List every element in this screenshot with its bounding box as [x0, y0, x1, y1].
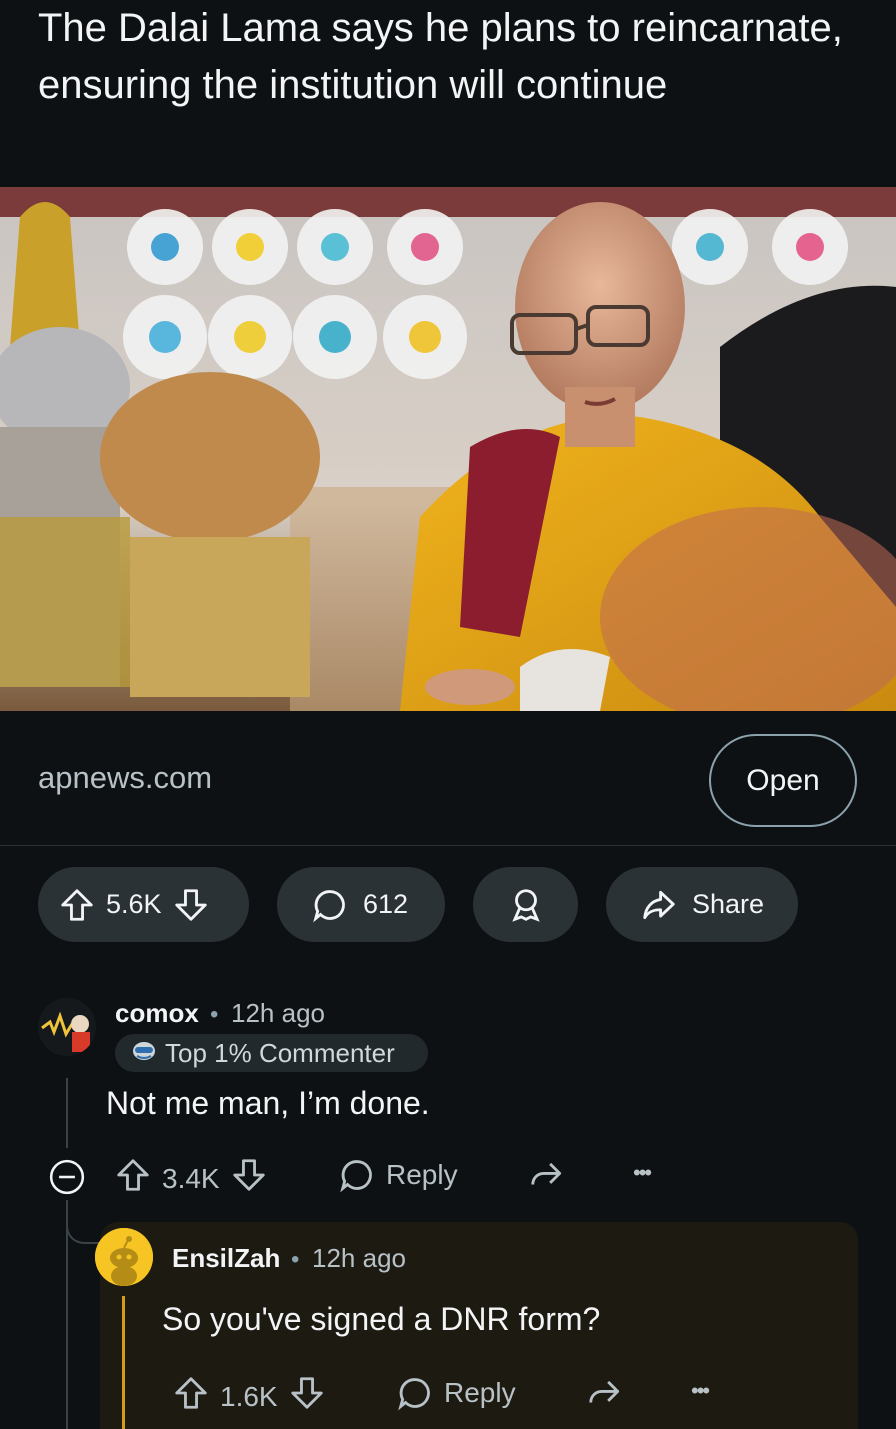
more-icon: ••• — [633, 1160, 652, 1185]
thread-connector — [66, 1200, 100, 1244]
link-domain[interactable]: apnews.com — [38, 760, 212, 796]
thread-line — [66, 1078, 68, 1148]
ensilzah-avatar[interactable] — [95, 1228, 153, 1286]
comment-score: 3.4K — [162, 1162, 220, 1194]
comment-count: 612 — [363, 889, 409, 919]
post-title: The Dalai Lama says he plans to reincarn… — [38, 6, 843, 107]
downvote-icon[interactable] — [230, 1156, 268, 1201]
reply-button[interactable]: Reply — [338, 1156, 458, 1194]
post-score: 5.6K — [106, 889, 162, 919]
reply-label: Reply — [386, 1159, 458, 1190]
share-arrow-icon — [640, 886, 678, 924]
comox-avatar[interactable] — [38, 998, 96, 1056]
dalai-lama-photo — [0, 187, 896, 711]
badge-label: Top 1% Commenter — [165, 1037, 395, 1068]
downvote-icon[interactable] — [172, 886, 210, 924]
top-commenter-icon — [131, 1038, 157, 1069]
post-vote-pill: 5.6K — [38, 867, 249, 942]
comment-bubble-icon — [311, 886, 349, 924]
reply-body: So you've signed a DNR form? — [162, 1301, 601, 1337]
upvote-icon[interactable] — [58, 886, 96, 924]
comment-author[interactable]: comox — [115, 998, 199, 1029]
snoo-avatar-icon — [95, 1228, 153, 1286]
reply-vote-group: 1.6K — [172, 1374, 326, 1419]
reply-bubble-icon — [398, 1378, 430, 1411]
comments-button[interactable]: 612 — [277, 867, 445, 942]
share-reply-button[interactable] — [585, 1374, 625, 1412]
reply-time: 12h ago — [312, 1243, 406, 1273]
share-comment-button[interactable] — [527, 1156, 567, 1194]
collapse-icon — [49, 1159, 85, 1195]
more-icon: ••• — [691, 1378, 710, 1403]
reply-author[interactable]: EnsilZah — [172, 1243, 280, 1274]
comment-vote-group: 3.4K — [114, 1156, 268, 1201]
commenter-badge[interactable]: Top 1% Commenter — [115, 1034, 428, 1072]
meta-separator: • — [291, 1246, 300, 1273]
reply-button[interactable]: Reply — [396, 1374, 516, 1412]
more-options-button[interactable]: ••• — [633, 1160, 652, 1186]
share-button[interactable]: Share — [606, 867, 798, 942]
avatar-image — [38, 998, 96, 1056]
upvote-icon[interactable] — [114, 1156, 152, 1201]
reply-label: Reply — [444, 1377, 516, 1408]
share-icon — [589, 1380, 620, 1403]
collapse-thread-button[interactable] — [48, 1158, 86, 1196]
share-label: Share — [692, 889, 765, 919]
award-button[interactable] — [473, 867, 578, 942]
downvote-icon[interactable] — [288, 1374, 326, 1419]
reply-bubble-icon — [340, 1160, 372, 1193]
post-image[interactable] — [0, 187, 896, 711]
award-icon — [507, 886, 545, 924]
meta-separator: • — [210, 1001, 219, 1028]
reply-score: 1.6K — [220, 1380, 278, 1412]
share-icon — [531, 1162, 562, 1185]
comment-time: 12h ago — [231, 998, 325, 1028]
open-link-button[interactable]: Open — [709, 734, 857, 827]
link-preview-row[interactable]: apnews.com Open — [0, 712, 896, 846]
comment-body: Not me man, I’m done. — [106, 1085, 430, 1121]
upvote-icon[interactable] — [172, 1374, 210, 1419]
reply-highlight-stripe — [122, 1296, 125, 1429]
more-options-button[interactable]: ••• — [691, 1378, 710, 1404]
